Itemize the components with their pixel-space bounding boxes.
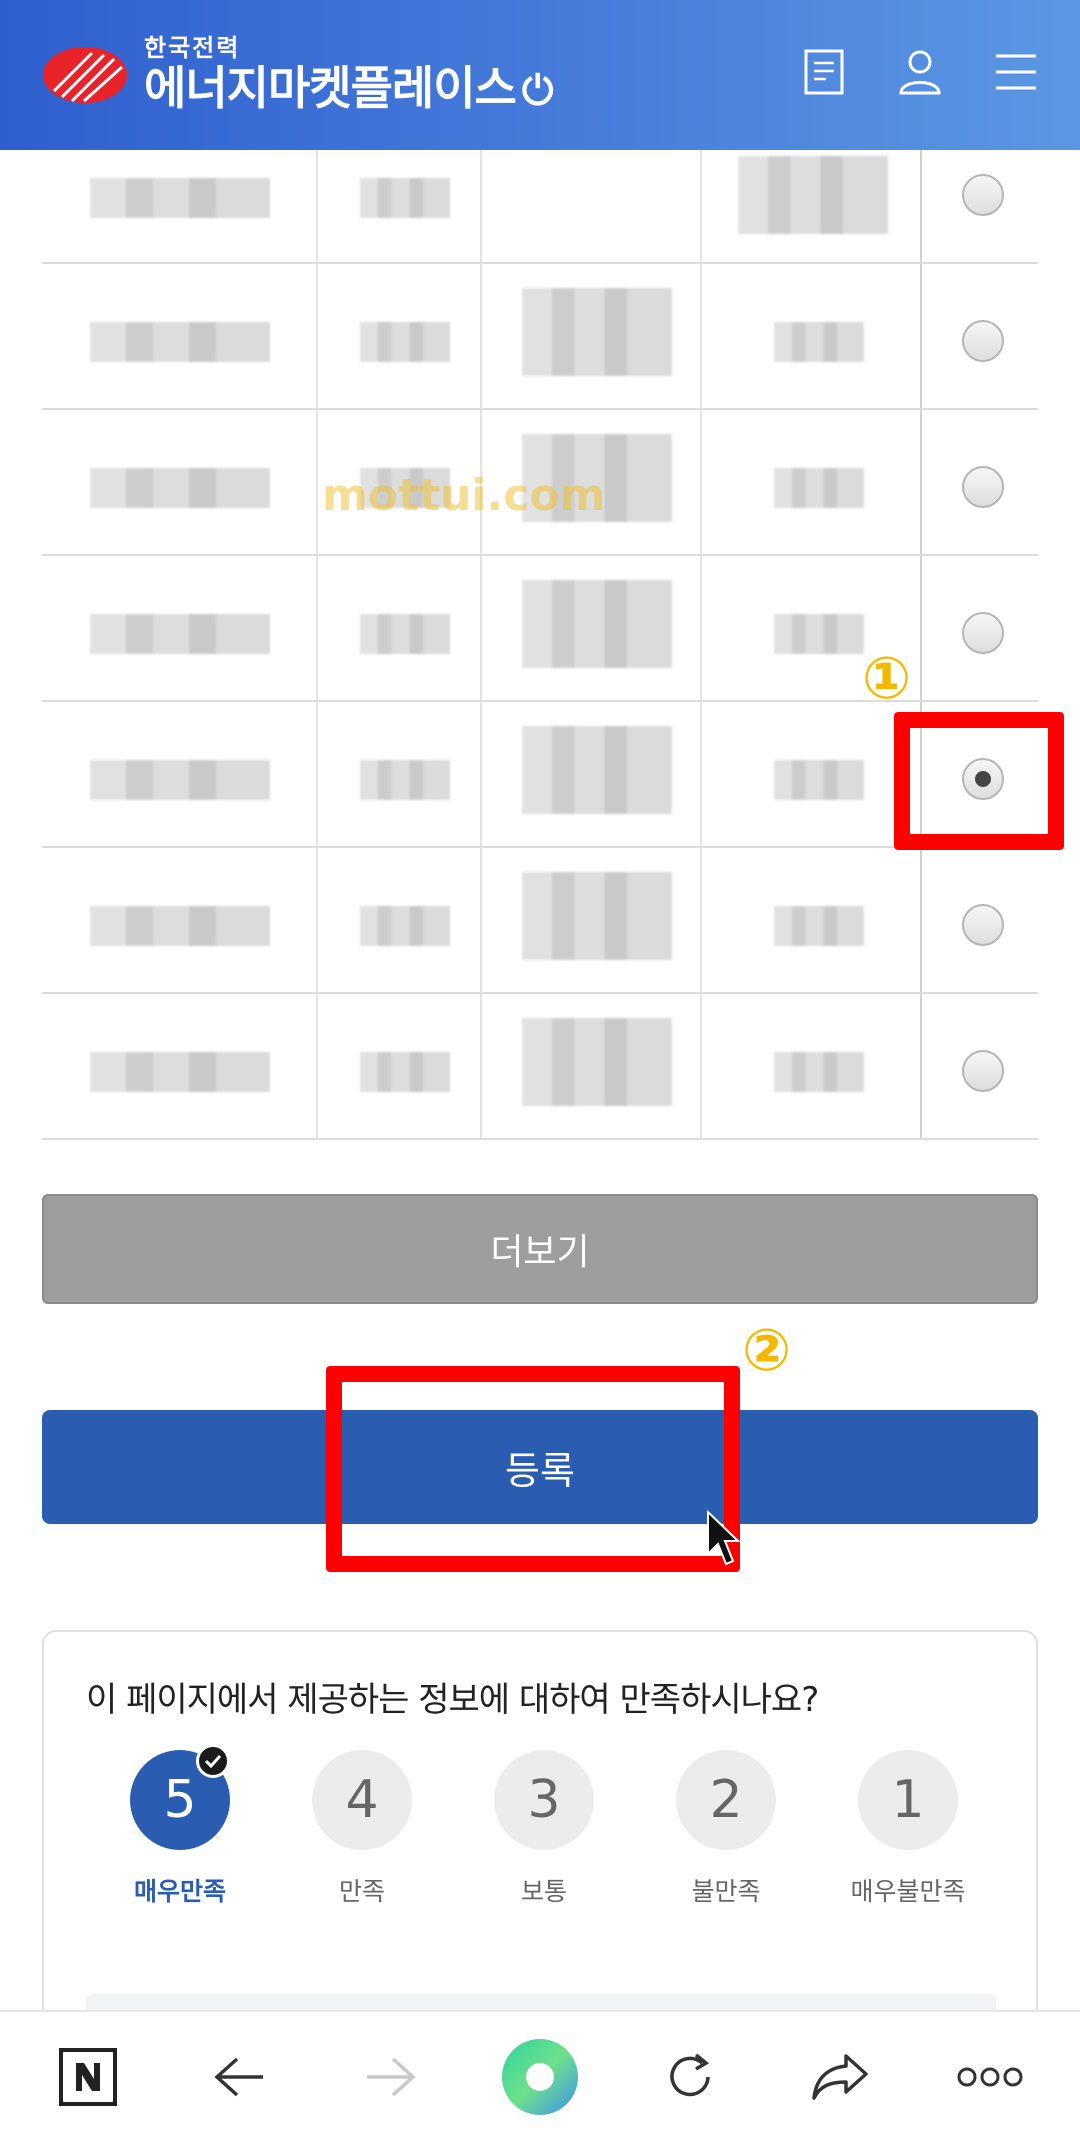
- score-2-button[interactable]: 2: [676, 1750, 776, 1850]
- score-3-button[interactable]: 3: [494, 1750, 594, 1850]
- blurred-cell: [360, 178, 450, 218]
- refresh-icon[interactable]: [640, 2012, 740, 2142]
- blurred-cell: [522, 288, 672, 376]
- annotation-box-2: [326, 1366, 740, 1572]
- table-row[interactable]: [42, 702, 1038, 848]
- row-radio[interactable]: [962, 320, 1004, 362]
- row-radio[interactable]: [962, 466, 1004, 508]
- forward-arrow-icon: [340, 2012, 440, 2142]
- logo-subtitle: 한국전력: [144, 33, 241, 62]
- blurred-cell: [90, 760, 270, 800]
- satisfaction-survey: 이 페이지에서 제공하는 정보에 대하여 만족하시나요? 5 4 3 2 1 매…: [42, 1630, 1038, 2050]
- blurred-cell: [522, 1018, 672, 1106]
- blurred-cell: [360, 760, 450, 800]
- kepco-logo-icon: [40, 45, 130, 105]
- blurred-cell: [774, 906, 864, 946]
- back-arrow-icon[interactable]: [190, 2012, 290, 2142]
- app-header: 한국전력 에너지마켓플레이스 ⏻: [0, 0, 1080, 150]
- blurred-cell: [522, 580, 672, 668]
- menu-icon[interactable]: [992, 45, 1040, 99]
- blurred-cell: [360, 614, 450, 654]
- document-icon[interactable]: [800, 45, 848, 99]
- check-icon: [196, 1744, 230, 1778]
- score-4-button[interactable]: 4: [312, 1750, 412, 1850]
- site-logo[interactable]: 한국전력 에너지마켓플레이스 ⏻: [144, 33, 554, 117]
- score-label: 불만족: [691, 1877, 761, 1906]
- blurred-cell: [774, 614, 864, 654]
- row-radio[interactable]: [962, 1050, 1004, 1092]
- logo-title: 에너지마켓플레이스 ⏻: [144, 60, 554, 115]
- blurred-cell: [774, 760, 864, 800]
- mouse-cursor-icon: [706, 1509, 741, 1570]
- table-row[interactable]: [42, 150, 1038, 264]
- blurred-cell: [522, 726, 672, 814]
- blurred-cell: [774, 1052, 864, 1092]
- annotation-number-2: ②: [742, 1316, 792, 1384]
- plug-icon: ⏻: [521, 67, 554, 114]
- score-label: 매우만족: [133, 1877, 226, 1906]
- row-radio[interactable]: [962, 174, 1004, 216]
- blurred-cell: [360, 322, 450, 362]
- annotation-number-1: ①: [862, 644, 912, 712]
- score-label: 만족: [338, 1877, 385, 1906]
- annotation-box-1: [894, 712, 1064, 850]
- browser-bottom-bar: [0, 2010, 1080, 2140]
- table-row[interactable]: [42, 994, 1038, 1140]
- more-dots-icon[interactable]: [940, 2012, 1040, 2142]
- blurred-cell: [360, 906, 450, 946]
- home-orb-icon[interactable]: [490, 2012, 590, 2142]
- blurred-cell: [360, 1052, 450, 1092]
- share-icon[interactable]: [790, 2012, 890, 2142]
- survey-question: 이 페이지에서 제공하는 정보에 대하여 만족하시나요?: [86, 1680, 819, 1720]
- blurred-cell: [90, 906, 270, 946]
- user-icon[interactable]: [896, 45, 944, 99]
- table-row[interactable]: [42, 264, 1038, 410]
- blurred-cell: [774, 468, 864, 508]
- blurred-cell: [90, 614, 270, 654]
- blurred-cell: [522, 872, 672, 960]
- blurred-cell: [90, 1052, 270, 1092]
- blurred-cell: [738, 156, 888, 234]
- naver-icon[interactable]: [38, 2012, 138, 2142]
- score-label: 보통: [520, 1877, 567, 1906]
- blurred-cell: [774, 322, 864, 362]
- score-1-button[interactable]: 1: [858, 1750, 958, 1850]
- blurred-cell: [90, 322, 270, 362]
- blurred-cell: [90, 468, 270, 508]
- score-label: 매우불만족: [850, 1877, 966, 1906]
- more-button[interactable]: 더보기: [42, 1194, 1038, 1304]
- table-row[interactable]: [42, 848, 1038, 994]
- watermark: mottui.com: [322, 470, 606, 521]
- blurred-cell: [90, 178, 270, 218]
- row-radio[interactable]: [962, 904, 1004, 946]
- row-radio[interactable]: [962, 612, 1004, 654]
